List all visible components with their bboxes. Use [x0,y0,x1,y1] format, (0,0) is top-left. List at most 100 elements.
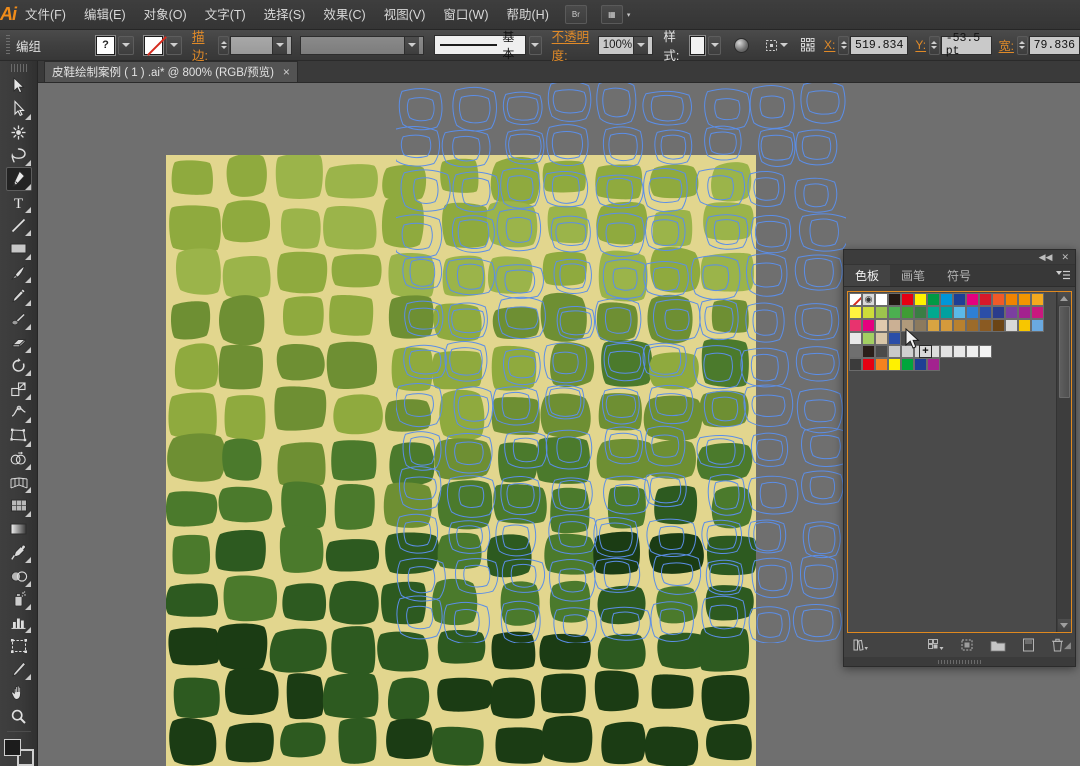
swatch-item[interactable] [888,358,901,371]
selection-tool[interactable] [6,74,32,97]
menu-help[interactable]: 帮助(H) [498,0,558,30]
hand-tool[interactable] [6,681,32,704]
fill-indicator-swatch[interactable] [3,738,21,756]
swatch-item[interactable] [979,306,992,319]
stroke-color-swatch[interactable] [142,34,164,56]
swatch-item[interactable] [953,319,966,332]
artboard-tool[interactable] [6,634,32,657]
swatch-item[interactable] [940,345,953,358]
scale-tool[interactable] [6,377,32,400]
swatch-item[interactable] [901,293,914,306]
swatch-item[interactable] [862,319,875,332]
tab-symbols[interactable]: 符号 [936,265,982,286]
menu-effect[interactable]: 效果(C) [314,0,374,30]
swatch-item[interactable] [862,293,875,306]
swatch-item[interactable] [1005,319,1018,332]
blend-tool[interactable] [6,564,32,587]
swatch-item[interactable] [979,319,992,332]
width-field[interactable]: 79.836 [1028,35,1080,55]
menu-edit[interactable]: 编辑(E) [75,0,135,30]
graphic-style-swatch[interactable] [688,34,707,56]
swatch-item[interactable] [992,293,1005,306]
stroke-weight-caret-icon[interactable] [271,36,287,54]
swatch-item[interactable] [875,319,888,332]
eyedropper-tool[interactable] [6,541,32,564]
swatch-item[interactable] [927,306,940,319]
swatch-item[interactable] [914,306,927,319]
swatch-item[interactable] [901,358,914,371]
stroke-weight-stepper[interactable] [218,35,230,55]
swatch-libraries-menu-icon[interactable] [852,638,869,652]
swatch-item[interactable] [1018,306,1031,319]
paintbrush-tool[interactable] [6,261,32,284]
brush-definition-combo[interactable]: 基本 [434,30,526,61]
line-segment-tool[interactable] [6,214,32,237]
swatch-item[interactable] [1031,293,1044,306]
swatch-item[interactable] [966,345,979,358]
swatches-panel[interactable]: ◀◀ ✕ 色板 画笔 符号 ◉ ◢ [843,249,1076,667]
swatch-item[interactable] [849,293,862,306]
swatch-item[interactable] [940,306,953,319]
swatch-item[interactable] [992,306,1005,319]
perspective-grid-tool[interactable] [6,471,32,494]
swatch-item[interactable] [966,319,979,332]
swatch-item[interactable] [862,345,875,358]
eraser-tool[interactable] [6,331,32,354]
shape-builder-tool[interactable] [6,448,32,471]
swatch-item[interactable] [875,306,888,319]
transform-caret-icon[interactable] [779,43,788,47]
magic-wand-tool[interactable] [6,121,32,144]
chevron-down-icon[interactable]: ▾ [627,11,631,19]
x-stepper[interactable] [838,35,850,55]
swatch-item[interactable] [862,332,875,345]
recolor-artwork-icon[interactable] [733,35,750,55]
swatch-item[interactable] [875,293,888,306]
blob-brush-tool[interactable] [6,307,32,330]
document-tab[interactable]: 皮鞋绘制案例 ( 1 ) .ai* @ 800% (RGB/预览) × [44,61,298,82]
menu-select[interactable]: 选择(S) [255,0,315,30]
brush-dropdown-button[interactable] [528,35,542,55]
swatch-item[interactable] [1018,293,1031,306]
swatch-item[interactable] [849,358,862,371]
swatch-item[interactable] [888,332,901,345]
fill-color-swatch[interactable]: ? [94,34,116,56]
rotate-tool[interactable] [6,354,32,377]
swatch-item[interactable] [914,319,927,332]
swatch-item[interactable] [940,319,953,332]
show-swatch-kinds-menu-icon[interactable] [927,638,944,652]
swatch-item[interactable] [979,293,992,306]
tools-panel-grip[interactable] [10,64,27,72]
swatch-item[interactable] [914,345,927,358]
swatch-item[interactable] [979,345,992,358]
swatch-options-icon[interactable] [960,638,974,652]
delete-swatch-icon[interactable] [1051,638,1064,652]
stroke-profile-caret-icon[interactable] [404,36,419,54]
swatch-item[interactable] [888,319,901,332]
y-field[interactable]: -53.5 pt [940,32,992,58]
swatch-item[interactable] [966,293,979,306]
symbol-sprayer-tool[interactable] [6,588,32,611]
swatch-item[interactable] [888,345,901,358]
panel-menu-icon[interactable] [1051,265,1075,286]
x-field[interactable]: 519.834 [850,35,909,55]
stroke-dropdown-button[interactable] [165,35,182,55]
go-to-bridge-icon[interactable]: Br [564,5,587,24]
scrollbar-thumb[interactable] [1059,306,1070,398]
width-stepper[interactable] [1016,35,1028,55]
opacity-combo[interactable]: 100% [597,35,654,55]
y-stepper[interactable] [929,35,940,55]
transform-panel-icon[interactable] [762,35,779,55]
fill-dropdown-button[interactable] [117,35,134,55]
swatch-item[interactable] [849,332,862,345]
swatch-item[interactable] [862,358,875,371]
swatch-item[interactable] [875,332,888,345]
pencil-tool[interactable] [6,284,32,307]
opacity-caret-icon[interactable] [633,36,649,54]
width-tool[interactable] [6,401,32,424]
swatch-item[interactable] [888,306,901,319]
collapse-panel-icon[interactable]: ◀◀ [1039,252,1053,263]
swatch-item[interactable] [953,345,966,358]
control-bar-grip[interactable] [6,35,10,55]
graphic-style-dropdown-button[interactable] [708,35,722,55]
new-color-group-icon[interactable] [990,639,1006,652]
